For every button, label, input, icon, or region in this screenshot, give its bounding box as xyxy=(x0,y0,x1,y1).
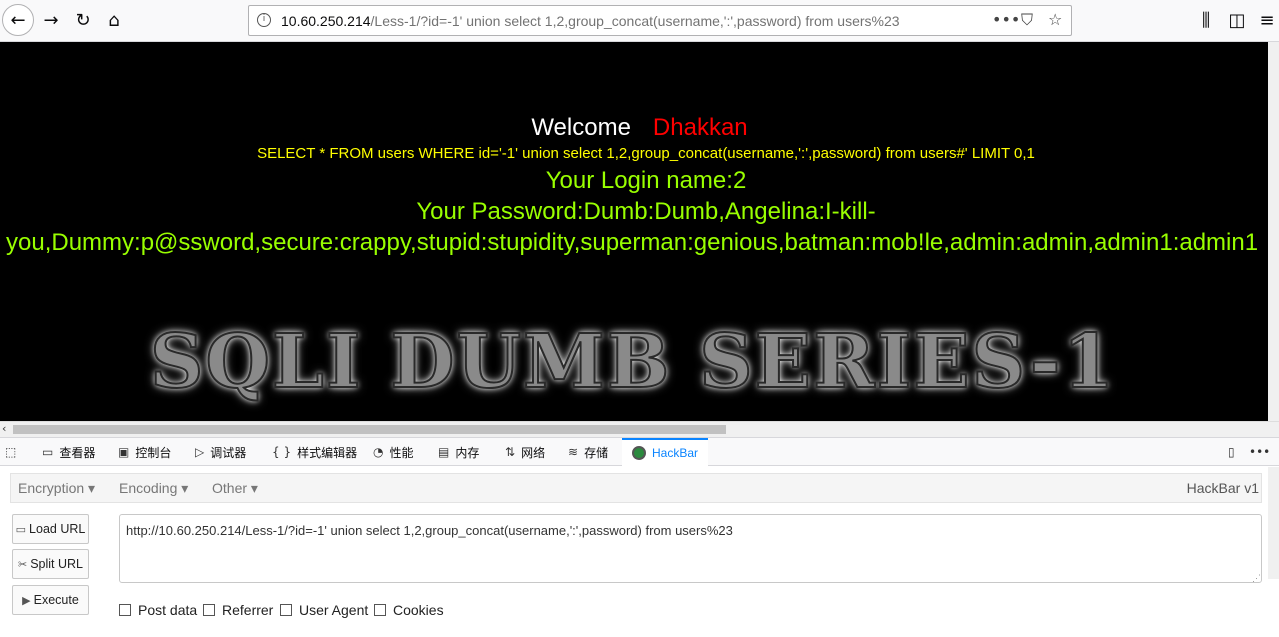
tab-inspector[interactable]: ▭ 查看器 xyxy=(42,438,95,466)
execute-button[interactable]: ▶ Execute xyxy=(12,585,89,615)
sqli-dumb-series-logo: SQLI DUMB SERIES-1 xyxy=(149,318,1116,406)
back-icon[interactable]: ← xyxy=(2,4,34,36)
checkbox-label: Post data xyxy=(138,602,198,618)
welcome-text: Welcome xyxy=(531,114,631,141)
checkbox-box[interactable] xyxy=(119,604,131,616)
tab-network[interactable]: ⇅ 网络 xyxy=(505,438,545,466)
cookies-checkbox[interactable]: Cookies xyxy=(374,602,444,618)
tab-hackbar[interactable]: HackBar xyxy=(622,438,709,466)
devtools-tabbar: ⬚ ▭ 查看器 ▣ 控制台 ▷ 调试器 { } 样式编辑器 ◔ 性能 ▤ 内存 ⇅ 网络 ≋ 存… xyxy=(0,437,1279,466)
resize-grip-icon[interactable]: ⋰ xyxy=(1252,573,1261,584)
execute-icon: ▶ xyxy=(22,593,31,607)
split-url-button[interactable]: ✂ Split URL xyxy=(12,549,89,579)
hackbar-version: HackBar v1 xyxy=(1186,480,1259,496)
pocket-icon[interactable]: ⛉ xyxy=(1021,10,1033,30)
scrollbar-thumb[interactable] xyxy=(13,425,726,434)
tab-debugger[interactable]: ▷ 调试器 xyxy=(195,438,246,466)
tab-performance[interactable]: ◔ 性能 xyxy=(373,438,414,466)
reload-icon[interactable]: ↻ xyxy=(68,5,98,35)
menu-label: Encryption xyxy=(18,480,85,496)
load-url-icon: ▭ xyxy=(15,522,27,536)
tab-label: 样式编辑器 xyxy=(297,445,358,460)
encryption-menu[interactable]: Encryption ▾ xyxy=(18,480,95,497)
load-url-button[interactable]: ▭ Load URL xyxy=(12,514,89,544)
devtools-more-icon[interactable]: ••• xyxy=(1249,438,1276,466)
debugger-icon: ▷ xyxy=(195,445,205,459)
other-menu[interactable]: Other ▾ xyxy=(212,480,258,497)
hackbar-scrollbar[interactable] xyxy=(1268,467,1279,579)
hackbar-panel: Encryption ▾ Encoding ▾ Other ▾ HackBar … xyxy=(0,467,1279,637)
split-url-icon: ✂ xyxy=(17,557,28,571)
more-icon[interactable]: ••• xyxy=(992,10,1020,29)
bookmark-star-icon[interactable]: ☆ xyxy=(1048,10,1062,29)
inspector-icon: ▭ xyxy=(42,445,54,459)
storage-icon: ≋ xyxy=(568,445,579,459)
tab-style-editor[interactable]: { } 样式编辑器 xyxy=(272,438,357,466)
tab-console[interactable]: ▣ 控制台 xyxy=(118,438,171,466)
tab-label: 调试器 xyxy=(210,445,247,460)
encoding-menu[interactable]: Encoding ▾ xyxy=(119,480,188,497)
tab-label: HackBar xyxy=(652,446,699,460)
forward-icon[interactable]: → xyxy=(36,5,66,35)
browser-toolbar: ← → ↻ ⌂ i 10.60.250.214/Less-1/?id=-1' u… xyxy=(0,0,1279,42)
login-name-text: Your Login name:2 xyxy=(545,167,747,194)
sql-query-text: SELECT * FROM users WHERE id='-1' union … xyxy=(257,145,1035,162)
url-host: 10.60.250.214 xyxy=(281,13,371,29)
url-path: /Less-1/?id=-1' union select 1,2,group_c… xyxy=(370,13,900,29)
checkbox-box[interactable] xyxy=(280,604,292,616)
performance-icon: ◔ xyxy=(373,445,384,459)
post-data-checkbox[interactable]: Post data xyxy=(119,602,197,618)
tab-label: 控制台 xyxy=(135,445,172,460)
checkbox-label: User Agent xyxy=(299,602,369,618)
welcome-name: Dhakkan xyxy=(652,114,748,141)
style-editor-icon: { } xyxy=(272,445,292,459)
menu-icon[interactable]: ≡ xyxy=(1252,5,1279,35)
horizontal-scrollbar[interactable]: ‹ xyxy=(0,421,1279,437)
vertical-scrollbar[interactable] xyxy=(1268,42,1279,421)
checkbox-label: Cookies xyxy=(393,602,444,618)
menu-label: Encoding xyxy=(119,480,178,496)
checkbox-label: Referrer xyxy=(222,602,274,618)
scroll-left-icon[interactable]: ‹ xyxy=(2,422,6,435)
url-text[interactable]: 10.60.250.214/Less-1/?id=-1' union selec… xyxy=(281,13,900,29)
hackbar-icon xyxy=(632,446,646,460)
tab-label: 内存 xyxy=(455,445,480,460)
button-label: Execute xyxy=(33,593,79,607)
page-content: Welcome Dhakkan SELECT * FROM users WHERE… xyxy=(0,42,1279,421)
menu-label: Other xyxy=(212,480,248,496)
button-label: Split URL xyxy=(30,557,83,571)
password-text-line-1: Your Password:Dumb:Dumb,Angelina:I-kill- xyxy=(416,198,876,225)
url-bar[interactable]: i 10.60.250.214/Less-1/?id=-1' union sel… xyxy=(248,5,1072,36)
console-icon: ▣ xyxy=(118,445,130,459)
password-text-line-2: you,Dummy:p@ssword,secure:crappy,stupid:… xyxy=(6,229,1259,256)
tab-label: 网络 xyxy=(521,445,546,460)
referrer-checkbox[interactable]: Referrer xyxy=(203,602,273,618)
checkbox-box[interactable] xyxy=(374,604,386,616)
dock-icon[interactable]: ▯ xyxy=(1228,438,1241,466)
tab-memory[interactable]: ▤ 内存 xyxy=(438,438,479,466)
button-label: Load URL xyxy=(29,522,86,536)
user-agent-checkbox[interactable]: User Agent xyxy=(280,602,368,618)
memory-icon: ▤ xyxy=(438,445,450,459)
tab-label: 性能 xyxy=(389,445,414,460)
home-icon[interactable]: ⌂ xyxy=(99,5,129,35)
checkbox-box[interactable] xyxy=(203,604,215,616)
tab-label: 查看器 xyxy=(59,445,96,460)
tab-label: 存储 xyxy=(584,445,609,460)
hackbar-url-textarea[interactable]: http://10.60.250.214/Less-1/?id=-1' unio… xyxy=(119,514,1262,583)
info-icon[interactable]: i xyxy=(257,13,271,27)
hackbar-menu: Encryption ▾ Encoding ▾ Other ▾ HackBar … xyxy=(10,473,1262,503)
network-icon: ⇅ xyxy=(505,445,516,459)
welcome-line: Welcome Dhakkan xyxy=(0,114,1279,142)
library-icon[interactable]: ⫼ xyxy=(1191,5,1221,35)
tab-storage[interactable]: ≋ 存储 xyxy=(568,438,608,466)
pick-element-icon[interactable]: ⬚ xyxy=(5,438,22,466)
sidebar-icon[interactable]: ◫ xyxy=(1222,5,1252,35)
